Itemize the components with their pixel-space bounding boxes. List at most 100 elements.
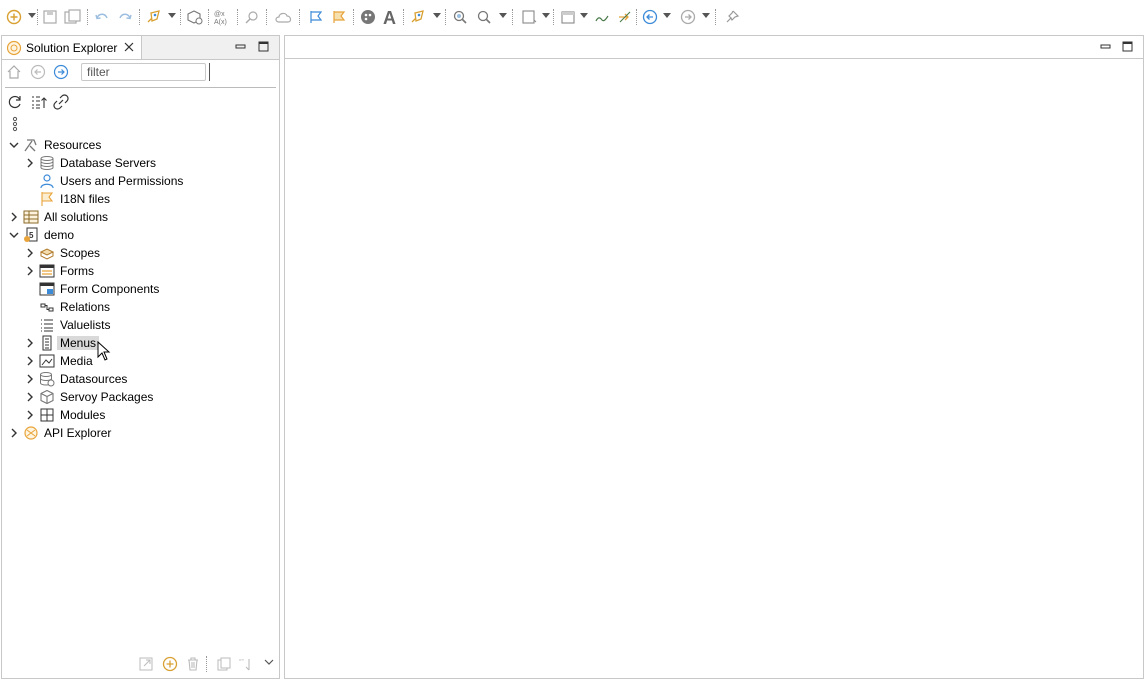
i18n-externalize-icon[interactable]: @x A(x) — [213, 7, 233, 27]
tree-item-forms[interactable]: Forms — [2, 262, 279, 280]
nav-back-icon[interactable] — [30, 64, 46, 83]
add-icon[interactable] — [162, 656, 178, 675]
tree-item-modules[interactable]: Modules — [2, 406, 279, 424]
toolbar-separator — [445, 9, 447, 25]
svg-text:A: A — [383, 8, 396, 26]
api-explorer-icon — [23, 425, 39, 441]
open-icon[interactable] — [138, 656, 154, 675]
tree-item-label: Relations — [60, 300, 111, 314]
debug-launch-icon[interactable] — [408, 7, 428, 27]
open-type-dropdown-icon[interactable] — [580, 13, 588, 18]
tree-item-i18n-files[interactable]: I18N files — [2, 190, 279, 208]
chevron-right-icon[interactable] — [24, 265, 36, 277]
toolbar-separator — [206, 656, 208, 672]
tree-item-media[interactable]: Media — [2, 352, 279, 370]
chevron-right-icon[interactable] — [24, 373, 36, 385]
edit-icon[interactable] — [592, 7, 612, 27]
chevron-right-icon[interactable] — [24, 409, 36, 421]
save-all-icon[interactable] — [63, 7, 83, 27]
tree-item-relations[interactable]: Relations — [2, 298, 279, 316]
chevron-down-icon[interactable] — [264, 656, 274, 670]
package-icon — [39, 389, 55, 405]
tree-item-demo[interactable]: 5 demo — [2, 226, 279, 244]
chevron-right-icon[interactable] — [8, 427, 20, 439]
modules-icon — [39, 407, 55, 423]
open-type-icon[interactable] — [558, 7, 578, 27]
new-dropdown-icon[interactable] — [28, 13, 36, 18]
new-icon[interactable] — [4, 7, 24, 27]
refresh-icon[interactable] — [7, 94, 23, 113]
tree-item-api-explorer[interactable]: API Explorer — [2, 424, 279, 442]
forward-icon[interactable] — [678, 7, 698, 27]
tree-item-resources[interactable]: Resources — [2, 136, 279, 154]
tree-item-label: Modules — [60, 408, 106, 422]
tree-item-label: Forms — [60, 264, 94, 278]
undo-icon[interactable] — [92, 7, 112, 27]
tree-item-database-servers[interactable]: Database Servers — [2, 154, 279, 172]
toolbar-separator — [715, 9, 717, 25]
move-code-icon[interactable]: “” — [238, 656, 254, 675]
deploy-icon[interactable] — [185, 7, 205, 27]
search-icon[interactable] — [474, 7, 494, 27]
tree-item-datasources[interactable]: Datasources — [2, 370, 279, 388]
editor-minimize-icon[interactable] — [1100, 41, 1112, 56]
minimize-icon[interactable] — [235, 41, 247, 56]
redo-icon[interactable] — [115, 7, 135, 27]
chevron-right-icon[interactable] — [24, 391, 36, 403]
next-edit-icon[interactable] — [615, 7, 635, 27]
debug-dropdown-icon[interactable] — [433, 13, 441, 18]
search-dropdown-icon[interactable] — [499, 13, 507, 18]
home-icon[interactable] — [6, 64, 22, 83]
close-icon[interactable] — [123, 41, 135, 56]
chevron-right-icon[interactable] — [24, 247, 36, 259]
nav-forward-icon[interactable] — [53, 64, 69, 83]
chevron-down-icon[interactable] — [8, 139, 20, 151]
collapse-all-icon[interactable] — [30, 94, 48, 113]
chevron-right-icon[interactable] — [24, 157, 36, 169]
toolbar-separator — [299, 9, 301, 25]
delete-icon[interactable] — [185, 656, 201, 675]
font-icon[interactable]: A — [380, 7, 400, 27]
view-menu-icon[interactable] — [11, 116, 19, 135]
editor-maximize-icon[interactable] — [1122, 41, 1134, 56]
chevron-right-icon[interactable] — [24, 337, 36, 349]
tree-item-menus[interactable]: Menus — [2, 334, 279, 352]
toolbar-separator — [37, 9, 39, 25]
toolbar-separator — [512, 9, 514, 25]
flag-orange-icon[interactable] — [329, 7, 349, 27]
tree-item-scopes[interactable]: Scopes — [2, 244, 279, 262]
maximize-icon[interactable] — [258, 41, 270, 56]
tree-item-label: demo — [44, 228, 75, 242]
tree-item-all-solutions[interactable]: All solutions — [2, 208, 279, 226]
text-cursor — [209, 63, 210, 81]
chevron-down-icon[interactable] — [8, 229, 20, 241]
copy-icon[interactable] — [216, 656, 232, 675]
tree-item-users-and-permissions[interactable]: Users and Permissions — [2, 172, 279, 190]
flag-blue-icon[interactable] — [306, 7, 326, 27]
launch-dropdown-icon[interactable] — [168, 13, 176, 18]
zoom-icon[interactable] — [450, 7, 470, 27]
filter-input[interactable] — [81, 63, 206, 81]
search-references-icon[interactable] — [242, 7, 262, 27]
annotation-dropdown-icon[interactable] — [542, 13, 550, 18]
annotation-icon[interactable] — [519, 7, 539, 27]
back-dropdown-icon[interactable] — [663, 13, 671, 18]
chevron-right-icon[interactable] — [8, 211, 20, 223]
launch-icon[interactable] — [144, 7, 164, 27]
tree-item-form-components[interactable]: Form Components — [2, 280, 279, 298]
tree-item-servoy-packages[interactable]: Servoy Packages — [2, 388, 279, 406]
save-icon[interactable] — [40, 7, 60, 27]
user-icon — [39, 173, 55, 189]
chevron-right-icon[interactable] — [24, 355, 36, 367]
back-icon[interactable] — [640, 7, 660, 27]
tree-item-valuelists[interactable]: Valuelists — [2, 316, 279, 334]
tree-item-label: Form Components — [60, 282, 160, 296]
pin-icon[interactable] — [722, 7, 742, 27]
color-icon[interactable] — [358, 7, 378, 27]
link-icon[interactable] — [53, 94, 69, 113]
forward-dropdown-icon[interactable] — [702, 13, 710, 18]
cloud-icon[interactable] — [274, 7, 294, 27]
explorer-tab-bar: Solution Explorer — [2, 36, 279, 60]
tab-solution-explorer[interactable]: Solution Explorer — [2, 36, 142, 59]
tree-item-label: Media — [60, 354, 93, 368]
